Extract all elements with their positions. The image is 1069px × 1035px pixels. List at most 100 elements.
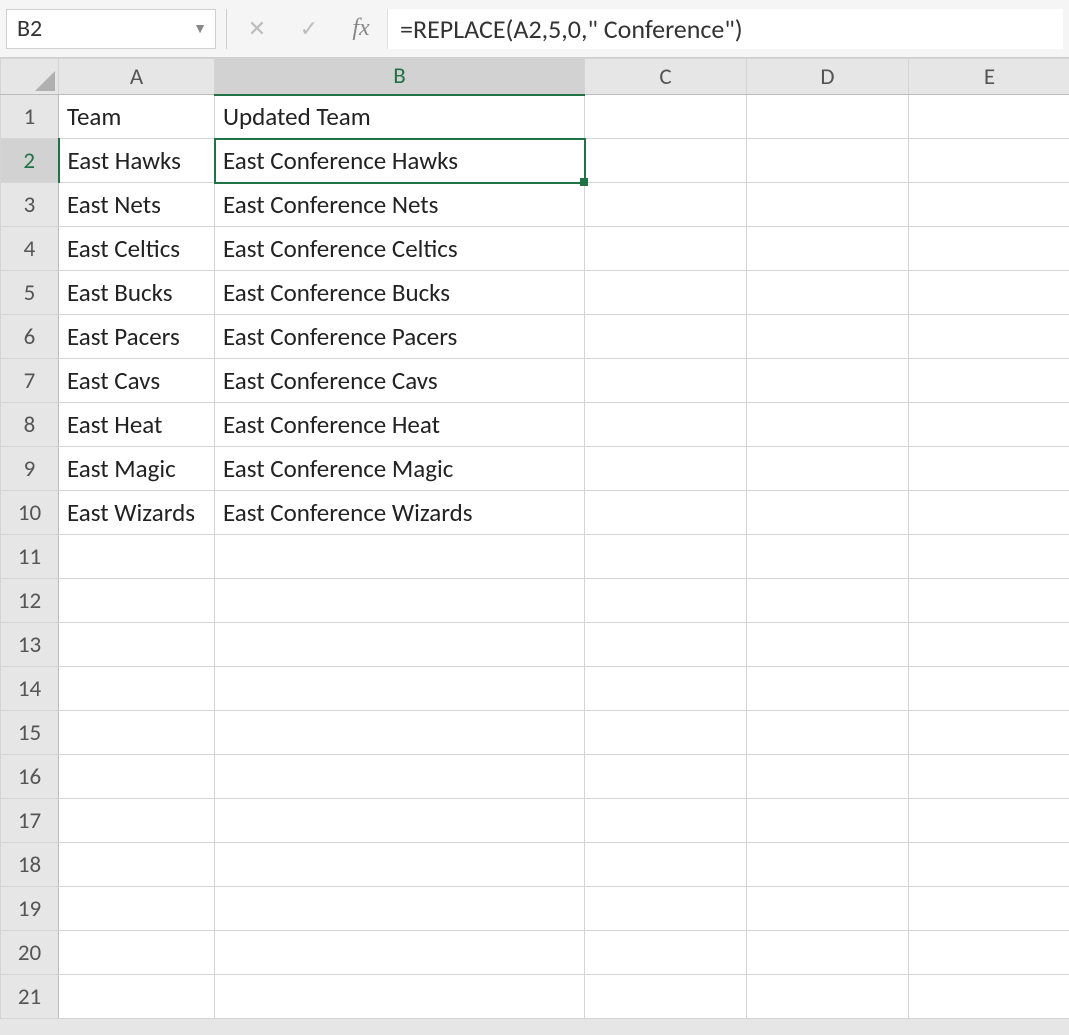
cell-B11[interactable] xyxy=(215,535,585,579)
cell-D14[interactable] xyxy=(747,667,909,711)
cell-D18[interactable] xyxy=(747,843,909,887)
row-header-8[interactable]: 8 xyxy=(1,403,59,447)
cell-D9[interactable] xyxy=(747,447,909,491)
row-header-13[interactable]: 13 xyxy=(1,623,59,667)
cell-E2[interactable] xyxy=(909,139,1069,183)
cell-B5[interactable]: East Conference Bucks xyxy=(215,271,585,315)
select-all-corner[interactable] xyxy=(1,59,59,95)
cell-C21[interactable] xyxy=(585,975,747,1019)
fx-icon[interactable]: fx xyxy=(335,9,387,49)
row-header-14[interactable]: 14 xyxy=(1,667,59,711)
cell-C20[interactable] xyxy=(585,931,747,975)
cell-D19[interactable] xyxy=(747,887,909,931)
cell-D16[interactable] xyxy=(747,755,909,799)
cell-B10[interactable]: East Conference Wizards xyxy=(215,491,585,535)
row-header-16[interactable]: 16 xyxy=(1,755,59,799)
cell-B7[interactable]: East Conference Cavs xyxy=(215,359,585,403)
cell-D1[interactable] xyxy=(747,95,909,139)
cell-A8[interactable]: East Heat xyxy=(59,403,215,447)
cell-B12[interactable] xyxy=(215,579,585,623)
cell-E8[interactable] xyxy=(909,403,1069,447)
cell-B15[interactable] xyxy=(215,711,585,755)
name-box[interactable]: B2 ▼ xyxy=(6,9,216,49)
cell-B6[interactable]: East Conference Pacers xyxy=(215,315,585,359)
cell-A16[interactable] xyxy=(59,755,215,799)
cell-D8[interactable] xyxy=(747,403,909,447)
cell-C14[interactable] xyxy=(585,667,747,711)
cell-B21[interactable] xyxy=(215,975,585,1019)
cell-A14[interactable] xyxy=(59,667,215,711)
cell-B20[interactable] xyxy=(215,931,585,975)
cell-A21[interactable] xyxy=(59,975,215,1019)
cell-A7[interactable]: East Cavs xyxy=(59,359,215,403)
cell-C16[interactable] xyxy=(585,755,747,799)
cell-D21[interactable] xyxy=(747,975,909,1019)
cell-B19[interactable] xyxy=(215,887,585,931)
row-header-4[interactable]: 4 xyxy=(1,227,59,271)
cell-C7[interactable] xyxy=(585,359,747,403)
row-header-3[interactable]: 3 xyxy=(1,183,59,227)
cell-E16[interactable] xyxy=(909,755,1069,799)
cell-C19[interactable] xyxy=(585,887,747,931)
cell-E6[interactable] xyxy=(909,315,1069,359)
cell-C13[interactable] xyxy=(585,623,747,667)
cell-B1[interactable]: Updated Team xyxy=(215,95,585,139)
cell-D2[interactable] xyxy=(747,139,909,183)
cancel-icon[interactable]: ✕ xyxy=(231,9,283,49)
cell-C12[interactable] xyxy=(585,579,747,623)
cell-C6[interactable] xyxy=(585,315,747,359)
cell-B17[interactable] xyxy=(215,799,585,843)
cell-E9[interactable] xyxy=(909,447,1069,491)
cell-A20[interactable] xyxy=(59,931,215,975)
cell-D3[interactable] xyxy=(747,183,909,227)
row-header-20[interactable]: 20 xyxy=(1,931,59,975)
cell-E19[interactable] xyxy=(909,887,1069,931)
cell-E18[interactable] xyxy=(909,843,1069,887)
row-header-11[interactable]: 11 xyxy=(1,535,59,579)
cell-E17[interactable] xyxy=(909,799,1069,843)
formula-input[interactable]: =REPLACE(A2,5,0," Conference") xyxy=(387,9,1063,49)
cell-E3[interactable] xyxy=(909,183,1069,227)
cell-A19[interactable] xyxy=(59,887,215,931)
row-header-18[interactable]: 18 xyxy=(1,843,59,887)
row-header-17[interactable]: 17 xyxy=(1,799,59,843)
row-header-10[interactable]: 10 xyxy=(1,491,59,535)
cell-B4[interactable]: East Conference Celtics xyxy=(215,227,585,271)
cell-D6[interactable] xyxy=(747,315,909,359)
cell-E14[interactable] xyxy=(909,667,1069,711)
row-header-7[interactable]: 7 xyxy=(1,359,59,403)
cell-E5[interactable] xyxy=(909,271,1069,315)
cell-A5[interactable]: East Bucks xyxy=(59,271,215,315)
cell-E20[interactable] xyxy=(909,931,1069,975)
cell-A10[interactable]: East Wizards xyxy=(59,491,215,535)
cell-A18[interactable] xyxy=(59,843,215,887)
cell-C2[interactable] xyxy=(585,139,747,183)
col-header-A[interactable]: A xyxy=(59,59,215,95)
row-header-1[interactable]: 1 xyxy=(1,95,59,139)
cell-D15[interactable] xyxy=(747,711,909,755)
row-header-21[interactable]: 21 xyxy=(1,975,59,1019)
cell-D4[interactable] xyxy=(747,227,909,271)
cell-C10[interactable] xyxy=(585,491,747,535)
row-header-19[interactable]: 19 xyxy=(1,887,59,931)
cell-E4[interactable] xyxy=(909,227,1069,271)
row-header-5[interactable]: 5 xyxy=(1,271,59,315)
row-header-12[interactable]: 12 xyxy=(1,579,59,623)
cell-C1[interactable] xyxy=(585,95,747,139)
cell-A3[interactable]: East Nets xyxy=(59,183,215,227)
cell-E10[interactable] xyxy=(909,491,1069,535)
row-header-6[interactable]: 6 xyxy=(1,315,59,359)
col-header-D[interactable]: D xyxy=(747,59,909,95)
cell-B13[interactable] xyxy=(215,623,585,667)
cell-E7[interactable] xyxy=(909,359,1069,403)
cell-E15[interactable] xyxy=(909,711,1069,755)
cell-E13[interactable] xyxy=(909,623,1069,667)
cell-A13[interactable] xyxy=(59,623,215,667)
col-header-E[interactable]: E xyxy=(909,59,1069,95)
cell-A6[interactable]: East Pacers xyxy=(59,315,215,359)
cell-E1[interactable] xyxy=(909,95,1069,139)
cell-A15[interactable] xyxy=(59,711,215,755)
cell-C4[interactable] xyxy=(585,227,747,271)
cell-C11[interactable] xyxy=(585,535,747,579)
row-header-2[interactable]: 2 xyxy=(1,139,59,183)
